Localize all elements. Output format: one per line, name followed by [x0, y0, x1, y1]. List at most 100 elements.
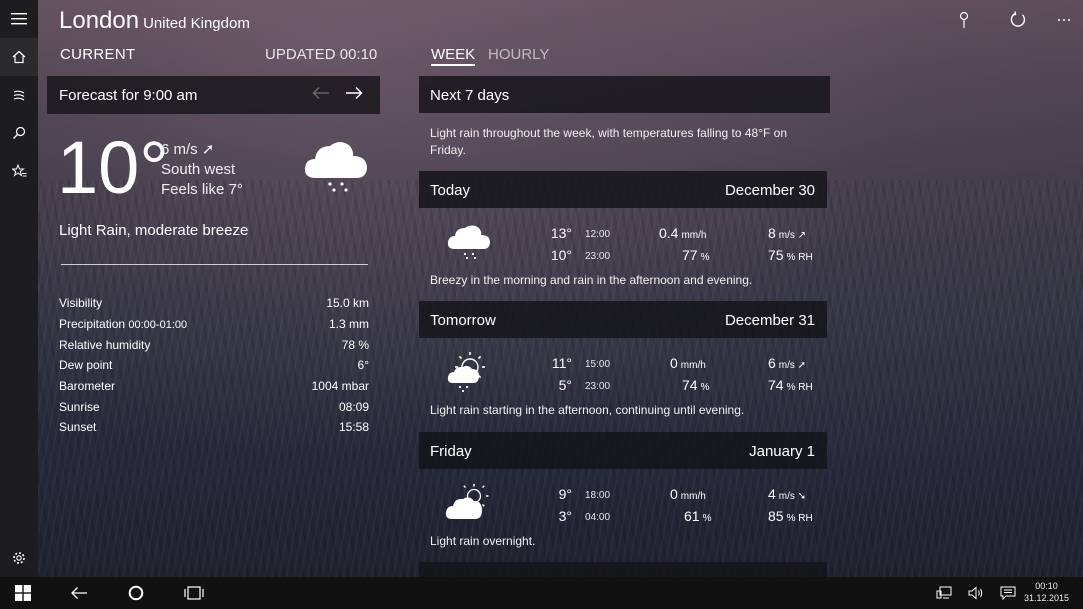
detail-label: Visibility — [59, 296, 103, 311]
day-header[interactable]: Friday January 1 — [419, 432, 827, 469]
current-condition: Light Rain, moderate breeze — [59, 222, 249, 239]
detail-value: 6° — [357, 358, 369, 373]
day-description: Light rain starting in the afternoon, co… — [430, 403, 745, 417]
divider — [61, 264, 368, 265]
day-high: 13° — [550, 225, 572, 241]
detail-row: Visibility 15.0 km — [59, 293, 369, 314]
nav-rail — [0, 0, 38, 577]
day-wind: 8 m/s ↗ — [768, 225, 807, 241]
detail-row: Dew point 6° — [59, 355, 369, 376]
network-icon — [936, 586, 952, 599]
day-low: 3° — [558, 508, 572, 524]
cloud-rain-icon — [446, 222, 492, 267]
arrow-left-icon — [312, 87, 329, 99]
day-name: Friday — [430, 443, 472, 460]
day-details: 13° 12:00 10° 23:00 0.4 mm/h 77% 8 m/s ↗ 7… — [419, 210, 830, 290]
location-title: London United Kingdom — [59, 7, 250, 35]
taskbar: 00:10 31.12.2015 — [0, 577, 1083, 609]
task-view-button[interactable] — [183, 581, 205, 605]
search-icon — [13, 126, 26, 139]
current-feels-like: Feels like 7° — [161, 181, 243, 198]
taskbar-clock[interactable]: 00:10 31.12.2015 — [1024, 580, 1069, 604]
day-wind: 4 m/s ➘ — [768, 486, 807, 502]
start-button[interactable] — [12, 581, 34, 605]
wind-layers-icon — [13, 90, 25, 101]
detail-value: 15.0 km — [326, 296, 369, 311]
day-header-partial[interactable] — [419, 562, 827, 577]
back-button[interactable] — [68, 581, 90, 605]
day-name: Tomorrow — [430, 312, 496, 329]
nav-maps-button[interactable] — [0, 76, 38, 114]
detail-row: Sunset 15:58 — [59, 417, 369, 438]
nav-settings-button[interactable] — [0, 539, 38, 577]
day-low-time: 04:00 — [585, 512, 611, 523]
more-options-button[interactable] — [1052, 8, 1076, 32]
day-date: January 1 — [749, 443, 815, 460]
day-humidity: 77% — [682, 247, 710, 263]
day-low-time: 23:00 — [585, 251, 611, 262]
windows-logo-icon — [15, 585, 31, 601]
day-header[interactable]: Today December 30 — [419, 171, 827, 208]
previous-hour-button[interactable] — [312, 84, 330, 105]
detail-value: 1.3 mm — [328, 317, 369, 332]
detail-row: Barometer 1004 mbar — [59, 376, 369, 397]
favorites-icon — [11, 164, 26, 177]
details-list: Visibility 15.0 km Precipitation 00:00-01… — [59, 293, 369, 438]
clock-time: 00:10 — [1035, 581, 1058, 591]
detail-value: 78 % — [341, 337, 369, 352]
week-header-label: Next 7 days — [430, 87, 510, 104]
gear-icon — [13, 552, 25, 564]
day-low: 5° — [558, 377, 572, 393]
refresh-icon — [1010, 11, 1026, 27]
day-humidity: 74% — [682, 377, 710, 393]
volume-icon — [968, 586, 983, 600]
more-icon — [1058, 19, 1070, 21]
notifications-icon — [1000, 586, 1016, 600]
refresh-button[interactable] — [1006, 8, 1030, 32]
updated-label: UPDATED 00:10 — [265, 46, 378, 63]
current-label: CURRENT — [60, 46, 136, 63]
tab-hourly[interactable]: HOURLY — [488, 46, 549, 63]
hamburger-menu-button[interactable] — [0, 0, 38, 38]
detail-label: Dew point — [59, 358, 113, 373]
day-description: Breezy in the morning and rain in the af… — [430, 273, 753, 287]
detail-label: Barometer — [59, 379, 116, 394]
forecast-time-bar: Forecast for 9:00 am — [47, 76, 380, 114]
detail-value: 08:09 — [338, 399, 369, 414]
week-header: Next 7 days — [419, 76, 830, 113]
volume-button[interactable] — [966, 581, 986, 605]
cortana-button[interactable] — [125, 581, 147, 605]
current-temperature: 10° — [57, 126, 169, 209]
detail-label: Relative humidity — [59, 337, 151, 352]
day-high-time: 18:00 — [585, 490, 611, 501]
back-arrow-icon — [71, 587, 87, 599]
detail-row: Relative humidity 78 % — [59, 334, 369, 355]
tab-week[interactable]: WEEK — [431, 46, 476, 66]
nav-search-button[interactable] — [0, 114, 38, 152]
current-wind: 6 m/s ➚ — [161, 141, 215, 158]
day-precip: 0 mm/h — [670, 355, 706, 371]
next-hour-button[interactable] — [345, 83, 363, 106]
day-wind: 6 m/s ➚ — [768, 355, 807, 371]
nav-favorites-button[interactable] — [0, 152, 38, 190]
action-center-button[interactable] — [998, 581, 1018, 605]
day-high: 11° — [551, 355, 572, 371]
arrow-right-icon — [346, 87, 363, 99]
day-precip: 0.4 mm/h — [659, 225, 707, 241]
day-date: December 31 — [724, 312, 815, 329]
day-header[interactable]: Tomorrow December 31 — [419, 301, 827, 338]
day-high: 9° — [558, 486, 572, 502]
hamburger-icon — [11, 13, 27, 25]
detail-row: Sunrise 08:09 — [59, 396, 369, 417]
detail-label: Sunrise — [59, 399, 100, 414]
sun-cloud-rain-icon — [446, 350, 490, 399]
detail-value: 1004 mbar — [311, 379, 369, 394]
nav-home-button[interactable] — [0, 38, 38, 76]
network-button[interactable] — [934, 581, 954, 605]
task-view-icon — [184, 586, 204, 600]
day-date: December 30 — [724, 182, 815, 199]
pin-icon — [959, 11, 969, 28]
day-high-time: 12:00 — [585, 229, 611, 240]
pin-button[interactable] — [952, 8, 976, 32]
city-name: London — [59, 7, 140, 34]
